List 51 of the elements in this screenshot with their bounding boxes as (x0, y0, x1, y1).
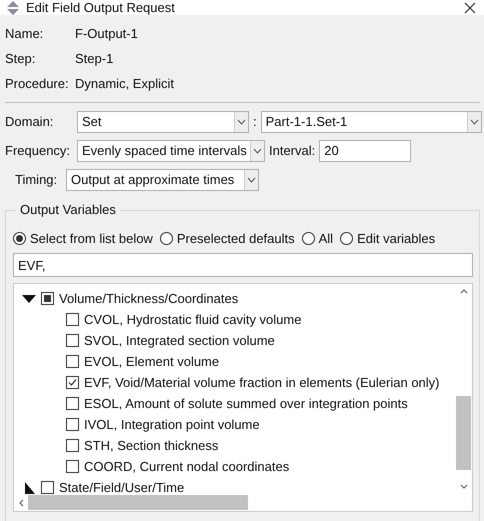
interval-field[interactable]: 20 (319, 140, 412, 162)
collapsed-triangle-icon[interactable] (22, 482, 36, 494)
field-label: Timing: (15, 172, 58, 187)
checkbox[interactable] (66, 376, 79, 389)
field-label: Step: (5, 51, 36, 66)
radio-button[interactable] (160, 232, 173, 244)
checkbox[interactable] (66, 460, 79, 473)
expanded-triangle-icon[interactable] (22, 292, 36, 304)
set-dropdown[interactable]: Part-1-1.Set-1 (260, 110, 482, 132)
variable-label[interactable]: CVOL, Hydrostatic fluid cavity volume (84, 312, 302, 327)
field-label: Name: (5, 26, 44, 41)
tree-item-label[interactable]: Volume/Thickness/Coordinates (59, 291, 238, 306)
field-label: Frequency: (5, 143, 72, 158)
separator-colon: : (253, 114, 257, 129)
radio-button[interactable] (13, 232, 26, 244)
field-value: Dynamic, Explicit (75, 76, 174, 91)
field-label: Domain: (5, 114, 54, 129)
radio-button[interactable] (340, 232, 354, 244)
radio-label[interactable]: Preselected defaults (176, 230, 295, 246)
radio-label[interactable]: Select from list below (30, 230, 153, 246)
checkbox[interactable] (66, 439, 79, 452)
timing-dropdown[interactable]: Output at approximate times (66, 168, 259, 190)
checkbox[interactable] (66, 397, 79, 410)
frequency-dropdown[interactable]: Evenly spaced time intervals (77, 140, 265, 162)
checkbox[interactable] (66, 418, 79, 431)
close-icon[interactable] (464, 2, 476, 14)
variable-label[interactable]: SVOL, Integrated section volume (84, 333, 275, 348)
field-value: F-Output-1 (75, 26, 138, 41)
tree-item-label[interactable]: State/Field/User/Time (59, 480, 184, 494)
domain-dropdown[interactable]: Set (77, 110, 249, 132)
variables-text-field[interactable]: EVF, (13, 253, 473, 277)
radio-button[interactable] (302, 232, 315, 244)
checkbox[interactable] (41, 292, 54, 305)
field-label: Interval: (269, 143, 316, 158)
variable-label[interactable]: ESOL, Amount of solute summed over integration points (84, 396, 408, 411)
window-title: Edit Field Output Request (26, 0, 176, 15)
variable-label[interactable]: COORD, Current nodal coordinates (84, 459, 290, 474)
field-label: Procedure: (5, 76, 70, 91)
checkbox[interactable] (66, 334, 79, 347)
variable-label[interactable]: EVF, Void/Material volume fraction in elements (Eulerian only) (84, 375, 440, 390)
field-value: Step-1 (75, 51, 114, 66)
checkbox[interactable] (66, 313, 79, 326)
checkbox[interactable] (41, 481, 54, 494)
variable-label[interactable]: IVOL, Integration point volume (84, 417, 260, 432)
variable-label[interactable]: EVOL, Element volume (84, 354, 220, 369)
checkbox[interactable] (66, 355, 79, 368)
radio-label[interactable]: Edit variables (357, 230, 436, 246)
group-title: Output Variables (16, 202, 120, 217)
variable-label[interactable]: STH, Section thickness (84, 438, 218, 453)
app-icon (6, 0, 20, 14)
radio-label[interactable]: All (318, 230, 334, 246)
